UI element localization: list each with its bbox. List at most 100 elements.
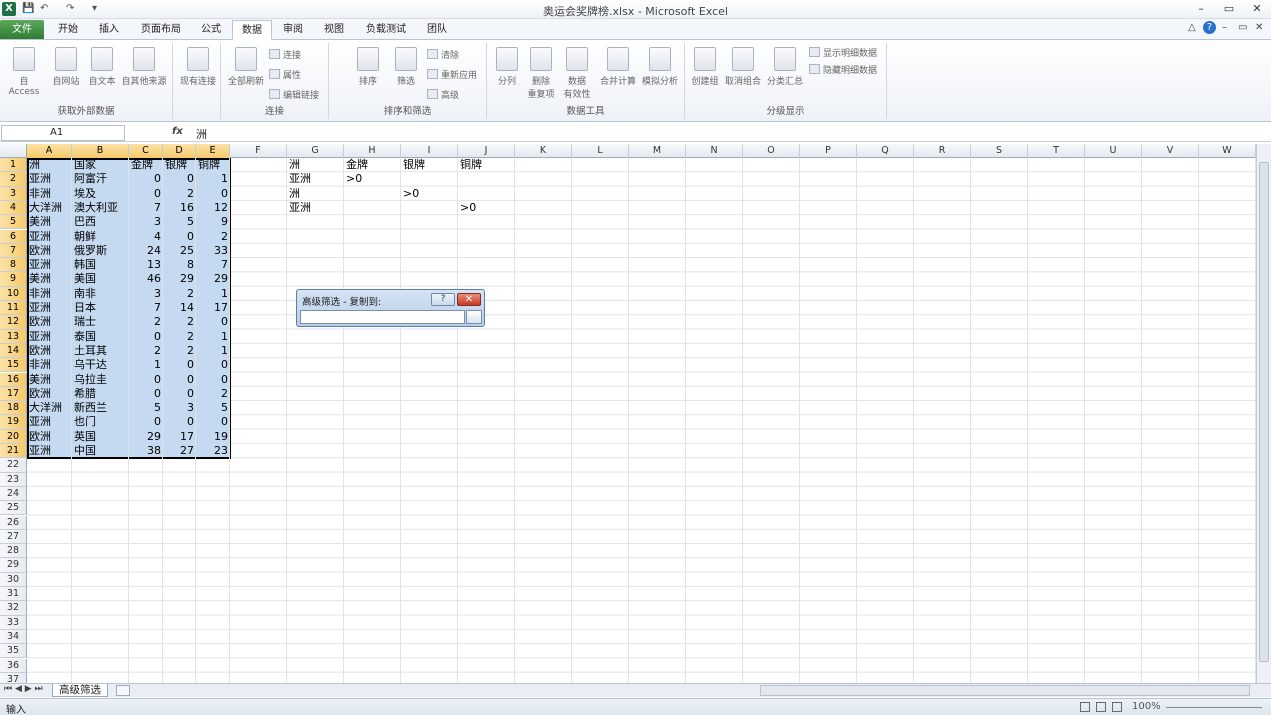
cell[interactable]: 29 bbox=[131, 430, 161, 444]
cell[interactable]: 2 bbox=[131, 315, 161, 329]
row-header[interactable]: 13 bbox=[0, 329, 27, 344]
cell[interactable]: >0 bbox=[460, 201, 574, 215]
row-header[interactable]: 7 bbox=[0, 243, 27, 259]
connections-button[interactable]: 连接 bbox=[269, 48, 301, 64]
cell[interactable]: 0 bbox=[165, 415, 194, 429]
row-header[interactable]: 21 bbox=[0, 444, 27, 459]
row-header[interactable]: 1 bbox=[0, 158, 27, 173]
column-header[interactable]: K bbox=[515, 144, 572, 158]
zoom-slider[interactable] bbox=[1166, 707, 1262, 708]
cell[interactable]: 0 bbox=[165, 358, 194, 372]
worksheet-grid[interactable]: 洲国家 金牌 银牌 铜牌 亚洲 阿富汗 0 0 1 非洲 埃及 0 2 0 大洋洲 澳大利亚 7 16 12 美洲 巴西… bbox=[27, 158, 1256, 683]
insert-function-icon[interactable]: fx bbox=[172, 126, 183, 137]
cell[interactable]: 5 bbox=[131, 401, 161, 415]
row-header[interactable]: 5 bbox=[0, 215, 27, 230]
cell[interactable]: 0 bbox=[165, 387, 194, 401]
cell[interactable]: 0 bbox=[165, 172, 194, 186]
column-header[interactable]: U bbox=[1085, 144, 1142, 158]
cell[interactable]: 7 bbox=[131, 201, 161, 215]
tab-formulas[interactable]: 公式 bbox=[192, 20, 230, 40]
cell[interactable]: 铜牌 bbox=[460, 158, 574, 172]
subtotal-button[interactable]: 分类汇总 bbox=[765, 47, 805, 87]
cell[interactable]: 2 bbox=[165, 187, 194, 201]
row-header[interactable]: 30 bbox=[0, 572, 27, 587]
cell[interactable]: 9 bbox=[198, 215, 228, 229]
tab-insert[interactable]: 插入 bbox=[90, 20, 128, 40]
workbook-restore-icon[interactable]: ▭ bbox=[1238, 22, 1247, 33]
cell[interactable]: 25 bbox=[165, 244, 194, 258]
column-header[interactable]: M bbox=[629, 144, 686, 158]
from-web-button[interactable]: 自网站 bbox=[48, 47, 84, 87]
normal-view-icon[interactable] bbox=[1080, 702, 1090, 712]
cell[interactable]: 0 bbox=[198, 358, 228, 372]
cell[interactable]: >0 bbox=[403, 187, 517, 201]
what-if-analysis-button[interactable]: 模拟分析 bbox=[639, 47, 681, 87]
column-header[interactable]: H bbox=[344, 144, 401, 158]
cell[interactable]: 0 bbox=[198, 415, 228, 429]
tab-team[interactable]: 团队 bbox=[418, 20, 456, 40]
cell[interactable]: 38 bbox=[131, 444, 161, 458]
cell[interactable]: 3 bbox=[131, 215, 161, 229]
cell[interactable]: 1 bbox=[131, 358, 161, 372]
row-header[interactable]: 27 bbox=[0, 529, 27, 545]
tab-file[interactable]: 文件 bbox=[0, 20, 44, 39]
column-header[interactable]: J bbox=[458, 144, 515, 158]
tab-home[interactable]: 开始 bbox=[49, 20, 87, 40]
reapply-button[interactable]: 重新应用 bbox=[427, 68, 477, 84]
cell[interactable]: 14 bbox=[165, 301, 194, 315]
existing-connections-button[interactable]: 现有连接 bbox=[176, 47, 220, 87]
row-header[interactable]: 23 bbox=[0, 472, 27, 487]
row-header[interactable]: 9 bbox=[0, 272, 27, 287]
row-header[interactable]: 15 bbox=[0, 358, 27, 373]
cell[interactable]: 29 bbox=[198, 272, 228, 286]
column-header[interactable]: D bbox=[163, 144, 196, 158]
row-header[interactable]: 32 bbox=[0, 601, 27, 616]
cell[interactable]: 23 bbox=[198, 444, 228, 458]
cell[interactable]: 5 bbox=[165, 215, 194, 229]
column-header[interactable]: O bbox=[743, 144, 800, 158]
sort-button[interactable]: 排序 bbox=[353, 47, 383, 87]
row-header[interactable]: 25 bbox=[0, 501, 27, 516]
close-button[interactable]: ✕ bbox=[1246, 2, 1268, 16]
page-break-view-icon[interactable] bbox=[1112, 702, 1122, 712]
select-all-corner[interactable] bbox=[0, 144, 27, 158]
cell[interactable]: 17 bbox=[198, 301, 228, 315]
row-header[interactable]: 18 bbox=[0, 401, 27, 416]
edit-links-button[interactable]: 编辑链接 bbox=[269, 88, 319, 104]
cell[interactable]: 16 bbox=[165, 201, 194, 215]
advanced-filter-button[interactable]: 高级 bbox=[427, 88, 459, 104]
row-header[interactable]: 24 bbox=[0, 486, 27, 502]
column-header[interactable]: R bbox=[914, 144, 971, 158]
cell[interactable]: 2 bbox=[165, 315, 194, 329]
ungroup-button[interactable]: 取消组合 bbox=[723, 47, 763, 87]
cell[interactable]: 2 bbox=[198, 387, 228, 401]
row-header[interactable]: 33 bbox=[0, 615, 27, 630]
cell[interactable]: 29 bbox=[165, 272, 194, 286]
cell[interactable]: 2 bbox=[165, 330, 194, 344]
tab-load-test[interactable]: 负载测试 bbox=[357, 20, 415, 40]
copy-to-range-input[interactable] bbox=[300, 310, 465, 324]
filter-button[interactable]: 筛选 bbox=[391, 47, 421, 87]
cell[interactable]: 33 bbox=[198, 244, 228, 258]
insert-sheet-icon[interactable] bbox=[116, 685, 130, 696]
column-header[interactable]: B bbox=[72, 144, 129, 158]
row-header[interactable]: 31 bbox=[0, 587, 27, 602]
column-header[interactable]: N bbox=[686, 144, 743, 158]
help-icon[interactable]: ? bbox=[1203, 21, 1216, 34]
sheet-nav-arrows-icon[interactable]: ⏮ ◀ ▶ ⏭ bbox=[4, 684, 43, 694]
cell[interactable]: 1 bbox=[198, 172, 228, 186]
tab-view[interactable]: 视图 bbox=[315, 20, 353, 40]
column-header[interactable]: P bbox=[800, 144, 857, 158]
cell[interactable]: 亚洲 bbox=[289, 201, 403, 215]
cell[interactable]: 2 bbox=[165, 344, 194, 358]
column-header[interactable]: V bbox=[1142, 144, 1199, 158]
from-access-button[interactable]: 自 Access bbox=[4, 47, 44, 97]
cell[interactable]: >0 bbox=[346, 172, 460, 186]
cell[interactable]: 0 bbox=[131, 373, 161, 387]
row-header[interactable]: 6 bbox=[0, 229, 27, 244]
cell[interactable]: 3 bbox=[165, 401, 194, 415]
dialog-help-button[interactable]: ? bbox=[431, 293, 455, 306]
cell[interactable]: 0 bbox=[131, 387, 161, 401]
zoom-level[interactable]: 100% bbox=[1132, 701, 1161, 712]
row-header[interactable]: 19 bbox=[0, 415, 27, 430]
